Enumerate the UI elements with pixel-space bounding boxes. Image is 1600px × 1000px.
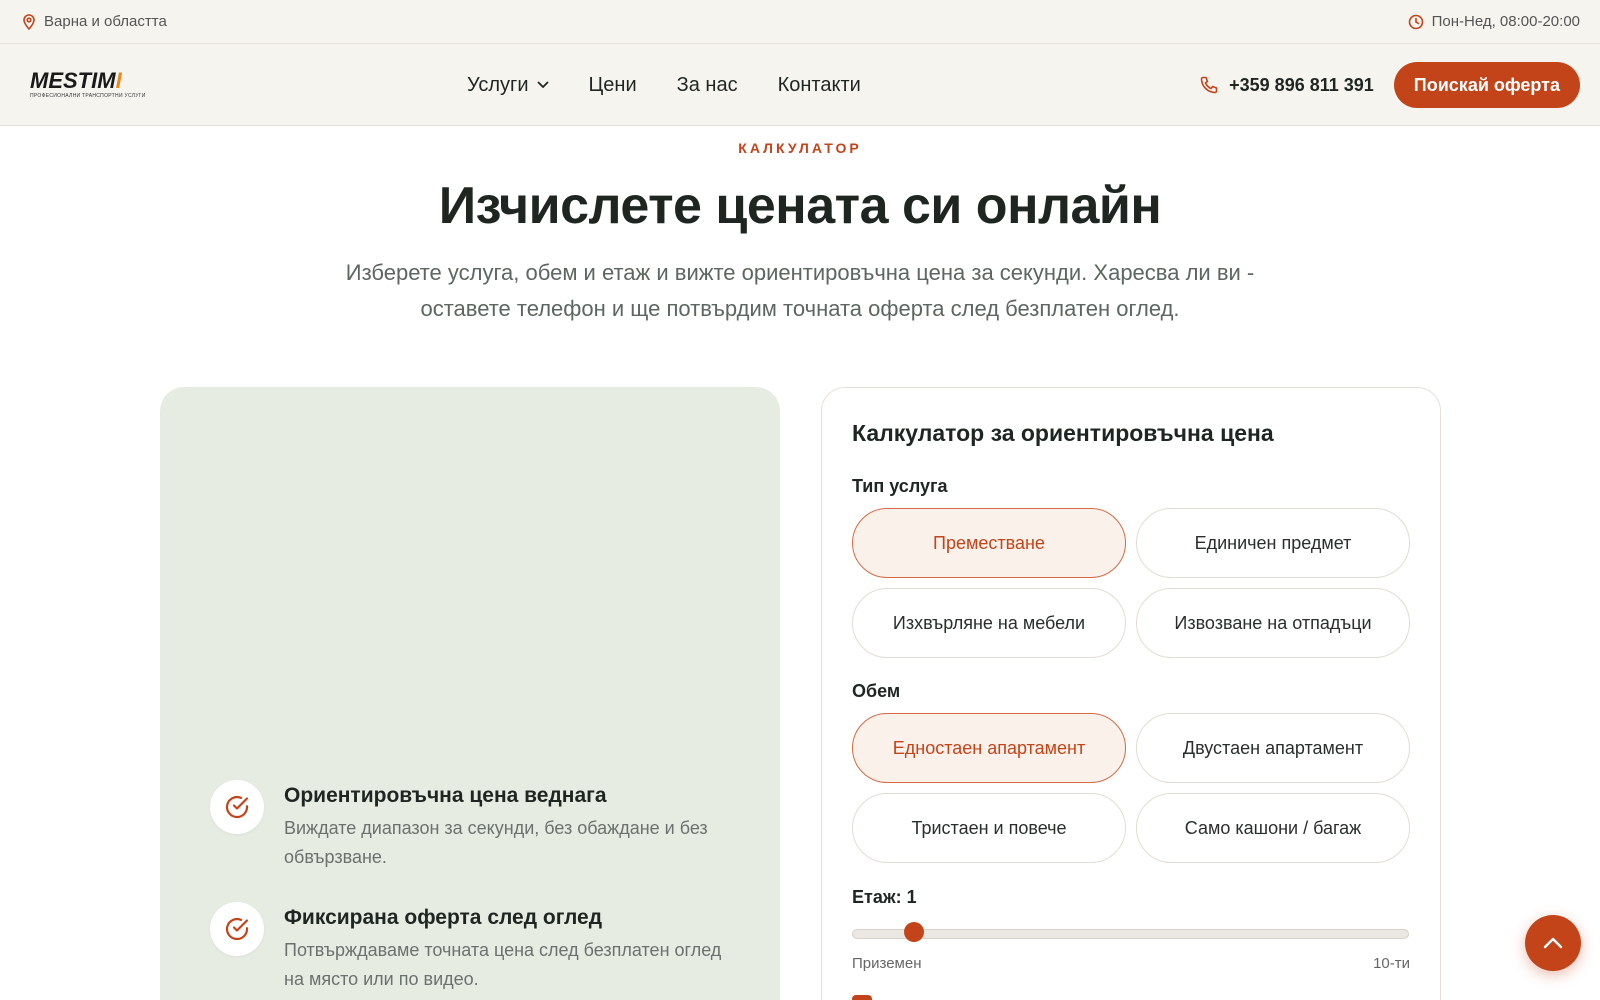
header-actions: +359 896 811 391 Поискай оферта	[1199, 44, 1580, 126]
nav-item-services[interactable]: Услуги	[467, 74, 549, 97]
nav-item-contacts[interactable]: Контакти	[778, 74, 861, 97]
top-info-bar: Варна и областта Пон-Нед, 08:00-20:00	[0, 0, 1600, 44]
service-option-furniture-disposal[interactable]: Изхвърляне на мебели	[852, 588, 1126, 658]
floor-label: Етаж: 1	[852, 887, 917, 907]
phone-icon	[1199, 75, 1219, 95]
phone-number: +359 896 811 391	[1229, 74, 1374, 95]
nav-label-contacts: Контакти	[777, 73, 861, 96]
logo-tagline: ПРОФЕСИОНАЛНИ ТРАНСПОРТНИ УСЛУГИ	[30, 93, 146, 99]
service-option-moving[interactable]: Преместване	[852, 508, 1126, 578]
volume-label: Обем	[852, 681, 901, 701]
logo-wordmark: MESTIMI	[30, 68, 122, 93]
hours-text: Пон-Нед, 08:00-20:00	[1431, 13, 1580, 30]
section-eyebrow: КАЛКУЛАТОР	[738, 140, 862, 156]
price-calculator: Калкулатор за ориентировъчна цена Тип ус…	[821, 387, 1441, 1000]
feature-title: Ориентировъчна цена веднага	[284, 784, 607, 807]
page-subtitle: Изберете услуга, обем и етаж и вижте ори…	[345, 260, 1255, 321]
page-title: Изчислете цената си онлайн	[438, 177, 1162, 235]
feature-description: Потвърждаваме точната цена след безплате…	[284, 940, 722, 989]
location-text: Варна и областта	[44, 13, 167, 30]
info-panel: Ориентировъчна цена веднага Виждате диап…	[160, 387, 780, 1000]
hours-info: Пон-Нед, 08:00-20:00	[1408, 13, 1580, 30]
feature-item: Ориентировъчна цена веднага Виждате диап…	[210, 780, 730, 872]
floor-min-label: Приземен	[852, 955, 922, 972]
floor-slider-track[interactable]	[852, 929, 1409, 939]
check-circle-icon	[210, 902, 264, 956]
service-option-waste-removal[interactable]: Извозване на отпадъци	[1136, 588, 1410, 658]
check-circle-icon	[210, 780, 264, 834]
feature-title: Фиксирана оферта след оглед	[284, 906, 603, 929]
scroll-to-top-button[interactable]	[1525, 915, 1581, 971]
main-header: MESTIMI ПРОФЕСИОНАЛНИ ТРАНСПОРТНИ УСЛУГИ…	[0, 44, 1600, 126]
chevron-down-icon	[537, 81, 549, 89]
volume-option-studio[interactable]: Едностаен апартамент	[852, 713, 1126, 783]
map-pin-icon	[22, 13, 36, 30]
calculator-title: Калкулатор за ориентировъчна цена	[852, 420, 1274, 446]
location-info: Варна и областта	[22, 13, 167, 30]
phone-link[interactable]: +359 896 811 391	[1199, 75, 1374, 96]
service-option-single-item[interactable]: Единичен предмет	[1136, 508, 1410, 578]
volume-option-boxes-only[interactable]: Само кашони / багаж	[1136, 793, 1410, 863]
floor-slider-thumb[interactable]	[903, 922, 924, 942]
nav-item-prices[interactable]: Цени	[589, 74, 637, 97]
chevron-up-icon	[1543, 937, 1563, 949]
nav-label-about: За нас	[676, 73, 738, 96]
clock-icon	[1408, 14, 1424, 30]
main-nav: Услуги Цени За нас Контакти	[467, 44, 861, 126]
feature-item: Фиксирана оферта след оглед Потвърждавам…	[210, 902, 730, 994]
service-type-label: Тип услуга	[852, 476, 948, 496]
nav-item-about[interactable]: За нас	[677, 74, 738, 97]
floor-max-label: 10-ти	[1373, 955, 1410, 972]
nav-label-services: Услуги	[467, 73, 529, 96]
feature-description: Виждате диапазон за секунди, без обаждан…	[284, 818, 708, 867]
volume-option-two-room[interactable]: Двустаен апартамент	[1136, 713, 1410, 783]
volume-option-three-room[interactable]: Тристаен и повече	[852, 793, 1126, 863]
option-checkbox[interactable]	[852, 995, 872, 1000]
site-logo[interactable]: MESTIMI ПРОФЕСИОНАЛНИ ТРАНСПОРТНИ УСЛУГИ	[30, 68, 146, 100]
request-offer-button[interactable]: Поискай оферта	[1393, 62, 1580, 108]
nav-label-prices: Цени	[588, 73, 637, 96]
